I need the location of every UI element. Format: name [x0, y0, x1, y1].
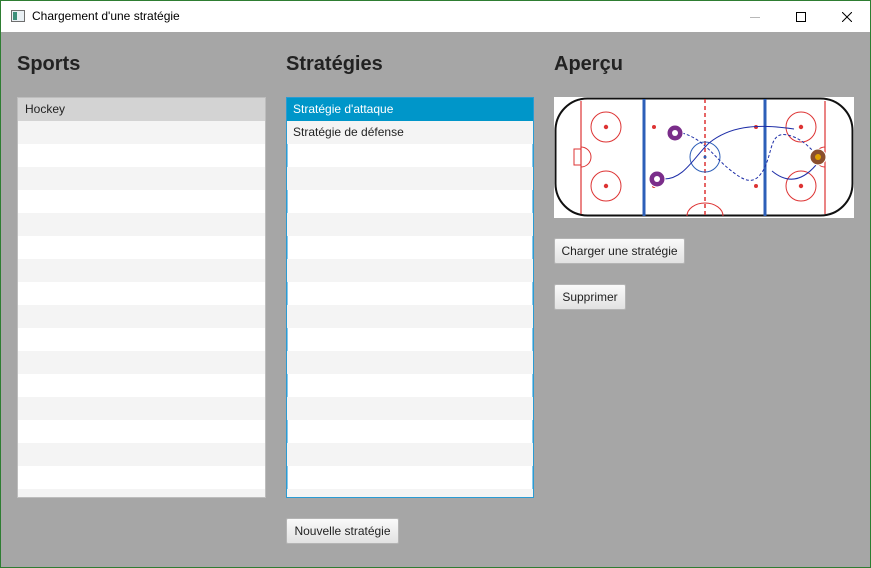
maximize-icon — [796, 11, 806, 22]
list-item-strategie-attaque[interactable]: Stratégie d'attaque — [287, 98, 533, 121]
list-item-empty — [287, 328, 533, 351]
list-item-empty — [18, 443, 265, 466]
list-item-strategie-defense[interactable]: Stratégie de défense — [287, 121, 533, 144]
list-item-empty — [18, 213, 265, 236]
list-item-empty — [287, 466, 533, 489]
list-item-empty — [287, 167, 533, 190]
title-bar: Chargement d'une stratégie — [1, 1, 870, 32]
app-window: Chargement d'une stratégie Sports Straté… — [0, 0, 871, 568]
list-item-empty — [18, 236, 265, 259]
list-item-empty — [18, 259, 265, 282]
strategies-heading: Stratégies — [286, 53, 383, 75]
list-item-empty — [18, 374, 265, 397]
list-item-empty — [18, 397, 265, 420]
hockey-rink-image — [554, 97, 854, 218]
list-item-empty — [287, 489, 533, 497]
strategies-list[interactable]: Stratégie d'attaque Stratégie de défense — [286, 97, 534, 498]
list-item-empty — [287, 397, 533, 420]
list-item-empty — [18, 351, 265, 374]
minimize-button[interactable] — [732, 1, 778, 32]
close-button[interactable] — [824, 1, 870, 32]
minimize-icon — [750, 16, 760, 18]
list-item-empty — [287, 213, 533, 236]
list-item-empty — [18, 144, 265, 167]
list-item-empty — [287, 236, 533, 259]
sports-list[interactable]: Hockey — [17, 97, 266, 498]
list-item-empty — [287, 144, 533, 167]
list-item-empty — [18, 489, 265, 497]
list-item-empty — [287, 282, 533, 305]
strategy-preview — [554, 97, 854, 218]
list-item-empty — [287, 374, 533, 397]
list-item-empty — [18, 420, 265, 443]
close-icon — [842, 11, 852, 22]
delete-button[interactable]: Supprimer — [554, 284, 626, 310]
list-item-empty — [287, 190, 533, 213]
list-item-empty — [287, 351, 533, 374]
list-item-empty — [18, 121, 265, 144]
list-item-empty — [18, 305, 265, 328]
list-item-hockey[interactable]: Hockey — [18, 98, 265, 121]
list-item-empty — [18, 190, 265, 213]
list-item-empty — [287, 420, 533, 443]
app-icon — [11, 10, 25, 22]
list-item-empty — [287, 305, 533, 328]
list-item-empty — [18, 282, 265, 305]
sports-heading: Sports — [17, 53, 81, 75]
load-strategy-button[interactable]: Charger une stratégie — [554, 238, 685, 264]
window-title: Chargement d'une stratégie — [32, 9, 180, 23]
list-item-empty — [18, 328, 265, 351]
maximize-button[interactable] — [778, 1, 824, 32]
preview-heading: Aperçu — [554, 53, 623, 75]
list-item-empty — [287, 259, 533, 282]
list-item-empty — [18, 167, 265, 190]
new-strategy-button[interactable]: Nouvelle stratégie — [286, 518, 399, 544]
list-item-empty — [18, 466, 265, 489]
list-item-empty — [287, 443, 533, 466]
